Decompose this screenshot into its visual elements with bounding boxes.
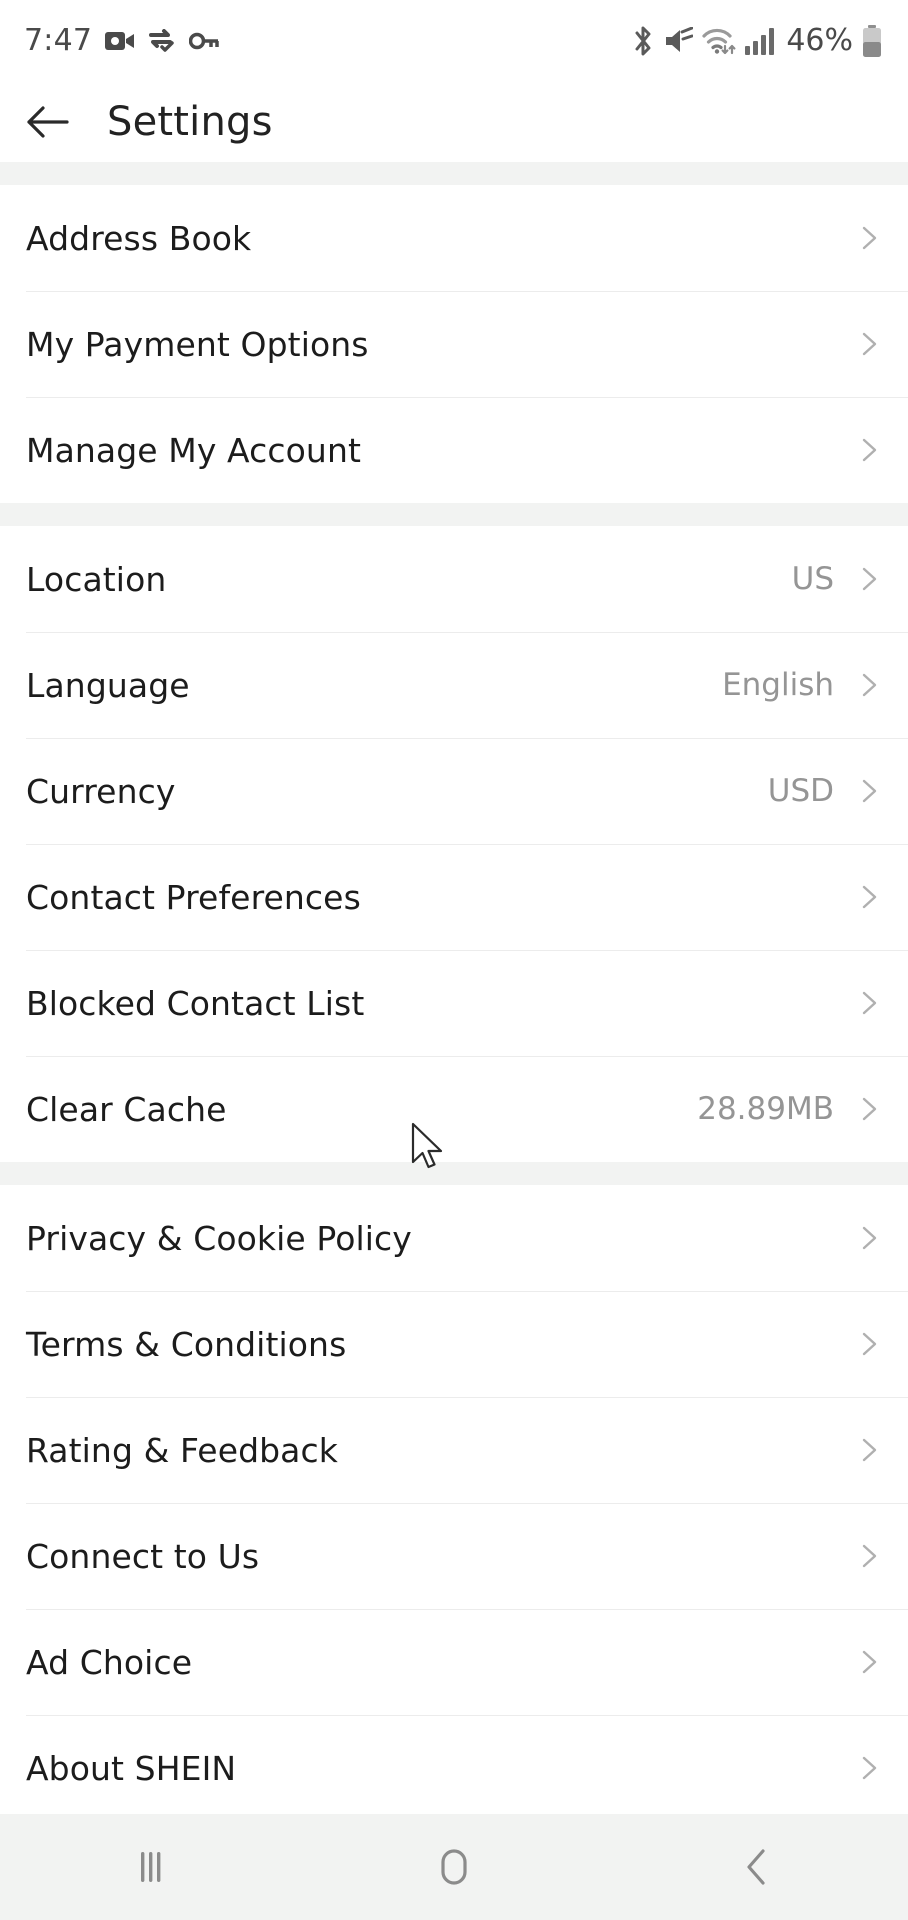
settings-row-label: Language: [26, 665, 190, 705]
settings-group-account: Address Book My Payment Options Manage My …: [0, 185, 908, 503]
status-bar-left: 7:47: [24, 26, 219, 56]
settings-row[interactable]: Location US: [0, 526, 908, 632]
settings-row-label: Contact Preferences: [26, 877, 361, 917]
group-separator: [0, 162, 908, 185]
settings-row-label: My Payment Options: [26, 324, 369, 364]
chevron-right-icon: [862, 885, 877, 909]
video-camera-icon: [105, 32, 135, 50]
arrow-left-icon: [27, 106, 69, 138]
settings-row-label: Address Book: [26, 218, 252, 258]
settings-row[interactable]: Rating & Feedback: [0, 1397, 908, 1503]
chevron-right-icon: [862, 779, 877, 803]
group-separator: [0, 1162, 908, 1185]
chevron-left-icon: [747, 1849, 765, 1885]
back-nav-button[interactable]: [605, 1814, 908, 1920]
home-button[interactable]: [303, 1814, 606, 1920]
app-header: Settings: [0, 82, 908, 162]
phone-screen: 7:47 46% Settings Address Book My Paymen…: [0, 0, 908, 1920]
recent-apps-icon: [141, 1852, 161, 1882]
vpn-key-icon: [189, 32, 219, 50]
settings-group-legal: Privacy & Cookie Policy Terms & Condition…: [0, 1185, 908, 1821]
settings-row-label: Manage My Account: [26, 430, 362, 470]
settings-row[interactable]: Clear Cache 28.89MB: [0, 1056, 908, 1162]
settings-row-value: USD: [767, 772, 834, 809]
home-icon: [441, 1849, 467, 1885]
settings-row[interactable]: My Payment Options: [0, 291, 908, 397]
settings-row-label: Currency: [26, 771, 176, 811]
settings-row-label: Terms & Conditions: [26, 1324, 347, 1364]
status-bar-clock: 7:47: [24, 23, 93, 58]
settings-row-label: Clear Cache: [26, 1089, 227, 1129]
chevron-right-icon: [862, 438, 877, 462]
settings-row-label: About SHEIN: [26, 1748, 237, 1788]
chevron-right-icon: [862, 567, 877, 591]
chevron-right-icon: [862, 332, 877, 356]
chevron-right-icon: [862, 1756, 877, 1780]
settings-list[interactable]: Address Book My Payment Options Manage My …: [0, 162, 908, 1920]
cellular-signal-icon: [745, 28, 775, 55]
back-button[interactable]: [14, 89, 80, 155]
settings-row-value: 28.89MB: [697, 1090, 834, 1127]
settings-row-label: Location: [26, 559, 167, 599]
chevron-right-icon: [862, 1332, 877, 1356]
settings-row[interactable]: About SHEIN: [0, 1715, 908, 1821]
volume-mute-icon: [666, 27, 694, 52]
sync-check-icon: [149, 29, 174, 52]
settings-row-value: US: [791, 560, 834, 597]
status-bar: 7:47 46%: [0, 0, 908, 82]
settings-group-preferences: Location US Language English Currency USD Cont…: [0, 526, 908, 1162]
chevron-right-icon: [862, 226, 877, 250]
settings-row[interactable]: Currency USD: [0, 738, 908, 844]
wifi-transfer-icon: [702, 28, 736, 55]
settings-row[interactable]: Contact Preferences: [0, 844, 908, 950]
chevron-right-icon: [862, 673, 877, 697]
settings-row[interactable]: Manage My Account: [0, 397, 908, 503]
settings-row[interactable]: Privacy & Cookie Policy: [0, 1185, 908, 1291]
chevron-right-icon: [862, 1438, 877, 1462]
settings-row-label: Blocked Contact List: [26, 983, 365, 1023]
battery-percent-label: 46%: [786, 23, 853, 58]
settings-row[interactable]: Address Book: [0, 185, 908, 291]
settings-row[interactable]: Blocked Contact List: [0, 950, 908, 1056]
android-nav-bar: [0, 1814, 908, 1920]
chevron-right-icon: [862, 991, 877, 1015]
settings-row-label: Privacy & Cookie Policy: [26, 1218, 412, 1258]
chevron-right-icon: [862, 1226, 877, 1250]
settings-row[interactable]: Ad Choice: [0, 1609, 908, 1715]
status-bar-right: 46%: [632, 25, 882, 57]
page-title: Settings: [107, 99, 273, 145]
settings-row-label: Rating & Feedback: [26, 1430, 338, 1470]
settings-row-label: Connect to Us: [26, 1536, 260, 1576]
settings-row-value: English: [722, 666, 834, 703]
chevron-right-icon: [862, 1544, 877, 1568]
settings-row[interactable]: Connect to Us: [0, 1503, 908, 1609]
chevron-right-icon: [862, 1650, 877, 1674]
settings-row-label: Ad Choice: [26, 1642, 193, 1682]
chevron-right-icon: [862, 1097, 877, 1121]
settings-row[interactable]: Language English: [0, 632, 908, 738]
settings-row[interactable]: Terms & Conditions: [0, 1291, 908, 1397]
recents-button[interactable]: [0, 1814, 303, 1920]
battery-icon: [863, 25, 881, 57]
group-separator: [0, 503, 908, 526]
bluetooth-icon: [635, 26, 651, 56]
